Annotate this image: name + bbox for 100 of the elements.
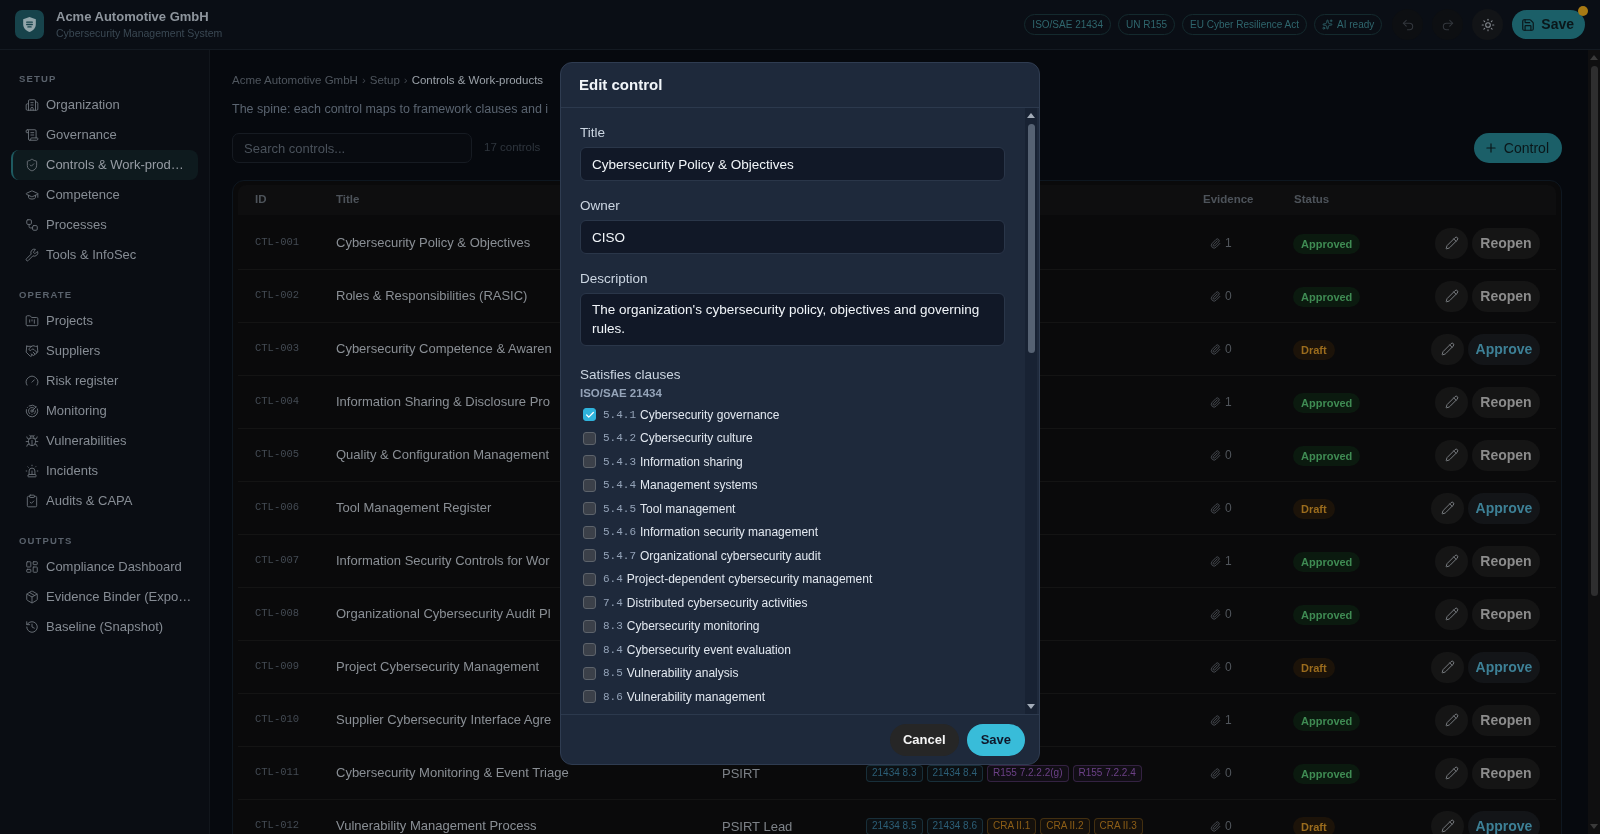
- save-button[interactable]: Save: [966, 723, 1025, 756]
- nav-item[interactable]: Incidents: [11, 456, 198, 486]
- nav-item[interactable]: Vulnerabilities: [11, 426, 198, 456]
- edit-button[interactable]: [1435, 227, 1468, 259]
- edit-button[interactable]: [1435, 439, 1468, 471]
- clause-tag: R155 7.2.2.2(g): [987, 764, 1069, 782]
- status-badge: Draft: [1293, 499, 1335, 520]
- nav-item[interactable]: Audits & CAPA: [11, 486, 198, 516]
- reopen-button[interactable]: Reopen: [1472, 757, 1540, 789]
- scrollbar-track[interactable]: [1025, 108, 1037, 714]
- checkbox[interactable]: [583, 525, 596, 539]
- edit-button[interactable]: [1435, 280, 1468, 312]
- edit-button[interactable]: [1431, 651, 1464, 683]
- scrollbar-thumb[interactable]: [1027, 124, 1035, 353]
- scrollbar-thumb[interactable]: [1590, 66, 1598, 596]
- nav-item[interactable]: Organization: [11, 90, 198, 120]
- text-area-field[interactable]: The organization's cybersecurity policy, objectives and governing rules.: [580, 293, 1005, 346]
- redo-icon: [1440, 17, 1455, 32]
- scroll-up-icon[interactable]: [1027, 113, 1035, 118]
- text-field[interactable]: CISO: [580, 220, 1005, 254]
- save-icon: [1521, 17, 1536, 32]
- edit-button[interactable]: [1431, 810, 1464, 834]
- edit-button[interactable]: [1435, 757, 1468, 789]
- scrollbar-track[interactable]: [1588, 50, 1600, 834]
- scroll-down-icon[interactable]: [1027, 704, 1035, 709]
- clause-code: 5.4.2: [603, 431, 636, 446]
- text-field[interactable]: Cybersecurity Policy & Objectives: [580, 147, 1005, 181]
- pencil-icon: [1440, 660, 1455, 674]
- paperclip-icon: [1210, 714, 1221, 726]
- clipboard-check-icon: [25, 494, 39, 508]
- reopen-button[interactable]: Reopen: [1472, 280, 1540, 312]
- checkbox[interactable]: [583, 478, 596, 492]
- checkbox[interactable]: [583, 455, 596, 469]
- breadcrumb-current: Controls & Work-products: [411, 73, 544, 88]
- control-id: CTL-004: [255, 394, 300, 410]
- status-badge: Approved: [1293, 393, 1361, 414]
- column-header: Title: [336, 192, 360, 208]
- nav-item[interactable]: Suppliers: [11, 336, 198, 366]
- clause-label: Information security management: [640, 525, 819, 540]
- theme-toggle-button[interactable]: [1472, 9, 1504, 40]
- reopen-button[interactable]: Reopen: [1472, 439, 1540, 471]
- nav-item[interactable]: Projects: [11, 306, 198, 336]
- reopen-button[interactable]: Reopen: [1472, 545, 1540, 577]
- scroll-icon: [25, 128, 39, 142]
- checkbox[interactable]: [583, 431, 596, 445]
- edit-button[interactable]: [1435, 545, 1468, 577]
- edit-button[interactable]: [1435, 386, 1468, 418]
- nav-item[interactable]: Governance: [11, 120, 198, 150]
- section-heading: SETUP: [19, 73, 57, 85]
- nav-item[interactable]: Monitoring: [11, 396, 198, 426]
- paperclip-icon: [1210, 502, 1221, 514]
- radar-icon: [25, 404, 39, 418]
- edit-button[interactable]: [1431, 492, 1464, 524]
- paperclip-icon: [1210, 449, 1221, 461]
- building-icon: [25, 98, 39, 112]
- checkbox[interactable]: [583, 549, 596, 563]
- pencil-icon: [1444, 607, 1459, 621]
- nav-item[interactable]: Processes: [11, 210, 198, 240]
- checkbox[interactable]: [583, 643, 596, 657]
- edit-button[interactable]: [1435, 704, 1468, 736]
- edit-button[interactable]: [1435, 598, 1468, 630]
- field-label: Title: [580, 125, 605, 141]
- clause-label: Cybersecurity culture: [640, 431, 753, 446]
- approve-button[interactable]: Approve: [1468, 333, 1540, 365]
- graduation-cap-icon: [25, 188, 39, 202]
- section-heading: OPERATE: [19, 289, 73, 301]
- checkbox[interactable]: [583, 666, 596, 680]
- breadcrumb-separator: ›: [403, 73, 408, 88]
- nav-item[interactable]: Competence: [11, 180, 198, 210]
- nav-item[interactable]: Baseline (Snapshot): [11, 612, 198, 642]
- clause-code: 8.6: [603, 689, 623, 704]
- nav-item[interactable]: Tools & InfoSec: [11, 240, 198, 270]
- nav-item[interactable]: Evidence Binder (Expo…: [11, 582, 198, 612]
- search-field[interactable]: Search controls...: [232, 133, 472, 163]
- reopen-button[interactable]: Reopen: [1472, 704, 1540, 736]
- status-badge: Draft: [1293, 817, 1335, 834]
- checkbox[interactable]: [583, 619, 596, 633]
- nav-item[interactable]: Risk register: [11, 366, 198, 396]
- checkbox[interactable]: [583, 572, 596, 586]
- cancel-button[interactable]: Cancel: [890, 723, 959, 756]
- approve-button[interactable]: Approve: [1468, 810, 1540, 834]
- checkbox[interactable]: [583, 596, 596, 610]
- checkbox[interactable]: [583, 502, 596, 516]
- clause-label: Cybersecurity governance: [640, 407, 780, 422]
- checkbox[interactable]: [583, 690, 596, 704]
- checkbox[interactable]: [583, 408, 596, 422]
- framework-heading: ISO/SAE 21434: [580, 386, 662, 400]
- clause-code: 5.4.3: [603, 454, 636, 469]
- control-title: Cybersecurity Competence & Awaren: [336, 342, 552, 356]
- reopen-button[interactable]: Reopen: [1472, 598, 1540, 630]
- approve-button[interactable]: Approve: [1468, 492, 1540, 524]
- reopen-button[interactable]: Reopen: [1472, 227, 1540, 259]
- nav-item[interactable]: Controls & Work-prod…: [11, 150, 198, 180]
- approve-button[interactable]: Approve: [1468, 651, 1540, 683]
- reopen-button[interactable]: Reopen: [1472, 386, 1540, 418]
- nav-item[interactable]: Compliance Dashboard: [11, 552, 198, 582]
- gauge-icon: [25, 374, 39, 388]
- control-title: Organizational Cybersecurity Audit Pl: [336, 607, 551, 621]
- clause-label: Project-dependent cybersecurity management: [626, 572, 873, 587]
- edit-button[interactable]: [1431, 333, 1464, 365]
